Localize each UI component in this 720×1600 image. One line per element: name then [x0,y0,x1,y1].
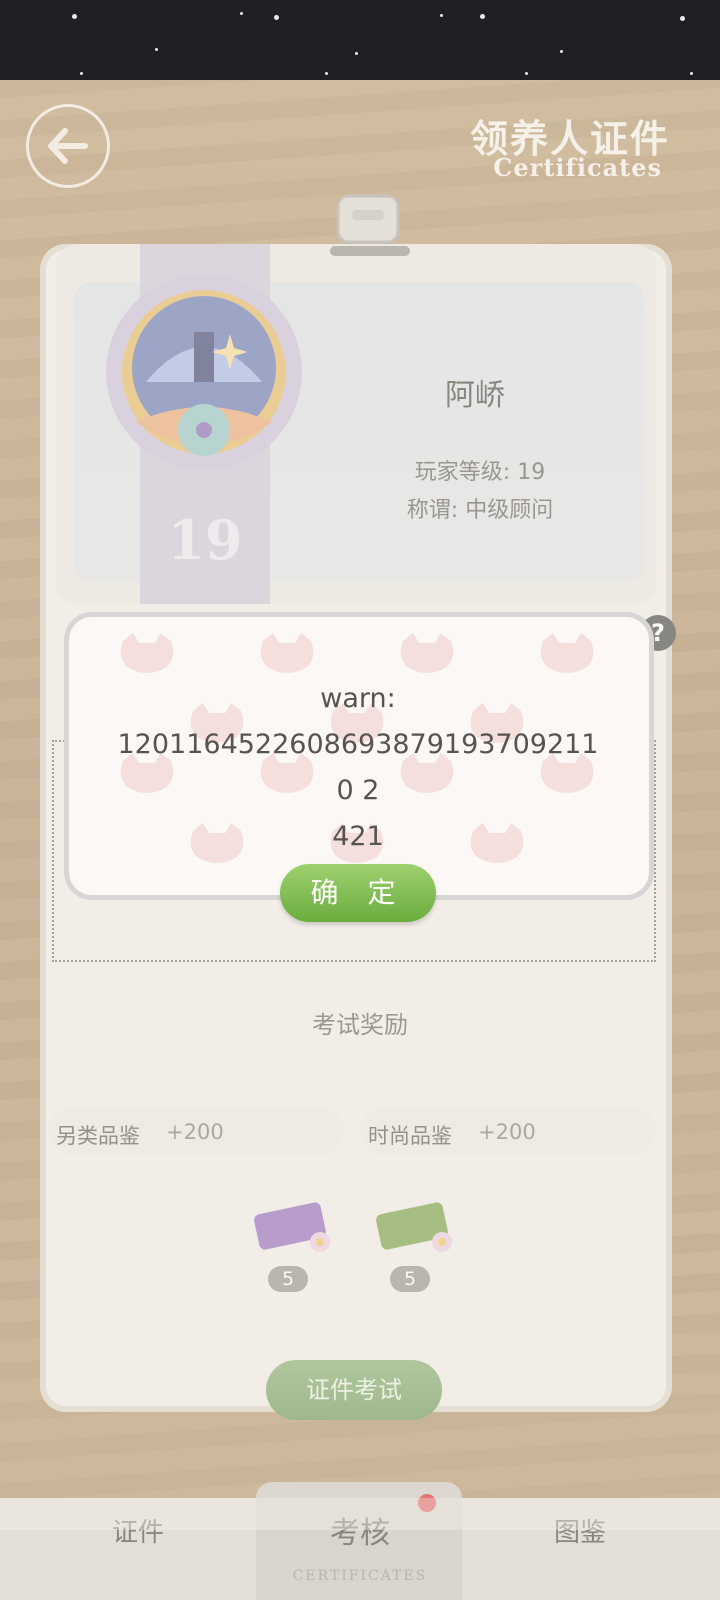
confirm-button[interactable]: 确 定 [280,864,436,922]
modal-backdrop-nav [0,1498,720,1600]
cat-face-icon [540,633,594,673]
star-decoration [355,52,358,55]
cat-face-icon [400,633,454,673]
star-decoration [155,48,158,51]
cat-face-icon [260,633,314,673]
star-decoration [690,72,693,75]
dialog-message-line: warn: [320,683,396,714]
star-decoration [80,72,83,75]
star-decoration [325,72,328,75]
dialog-message-line: 12011645226086938791937092110 2 [117,729,599,806]
star-decoration [274,15,279,20]
star-decoration [680,16,685,21]
dialog-message-line: 421 [332,821,384,852]
star-decoration [240,12,243,15]
cat-face-icon [120,633,174,673]
star-decoration [560,50,563,53]
star-decoration [440,14,443,17]
star-decoration [480,14,485,19]
status-bar-starry-strip [0,0,720,80]
dialog-message: warn: 12011645226086938791937092110 2 42… [116,676,600,860]
star-decoration [525,72,528,75]
star-decoration [72,14,77,19]
